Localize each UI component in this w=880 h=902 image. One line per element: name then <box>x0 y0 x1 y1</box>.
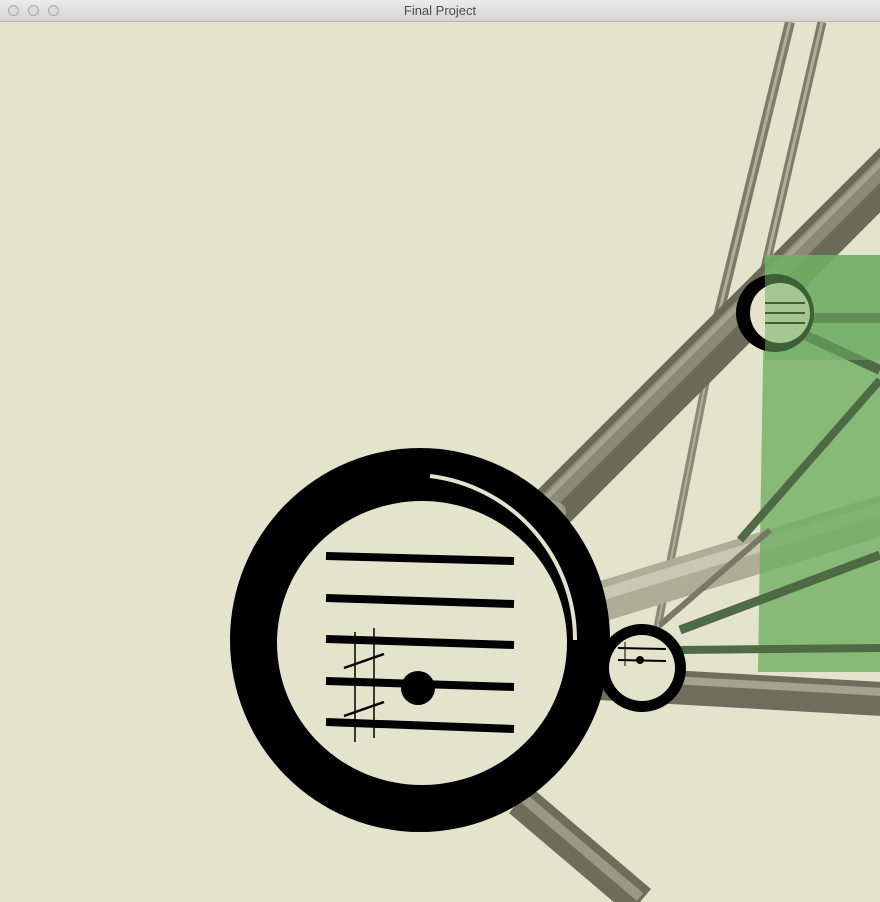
rod <box>679 644 880 654</box>
small-ring-node-bottom[interactable] <box>598 624 686 712</box>
window-title: Final Project <box>403 3 477 18</box>
staff-line <box>325 552 515 565</box>
title-bar[interactable]: Final Project <box>0 0 880 22</box>
render-canvas[interactable] <box>0 22 880 902</box>
big-ring-node[interactable] <box>230 448 610 832</box>
note-head <box>401 671 435 705</box>
app-window: Final Project <box>0 0 880 902</box>
